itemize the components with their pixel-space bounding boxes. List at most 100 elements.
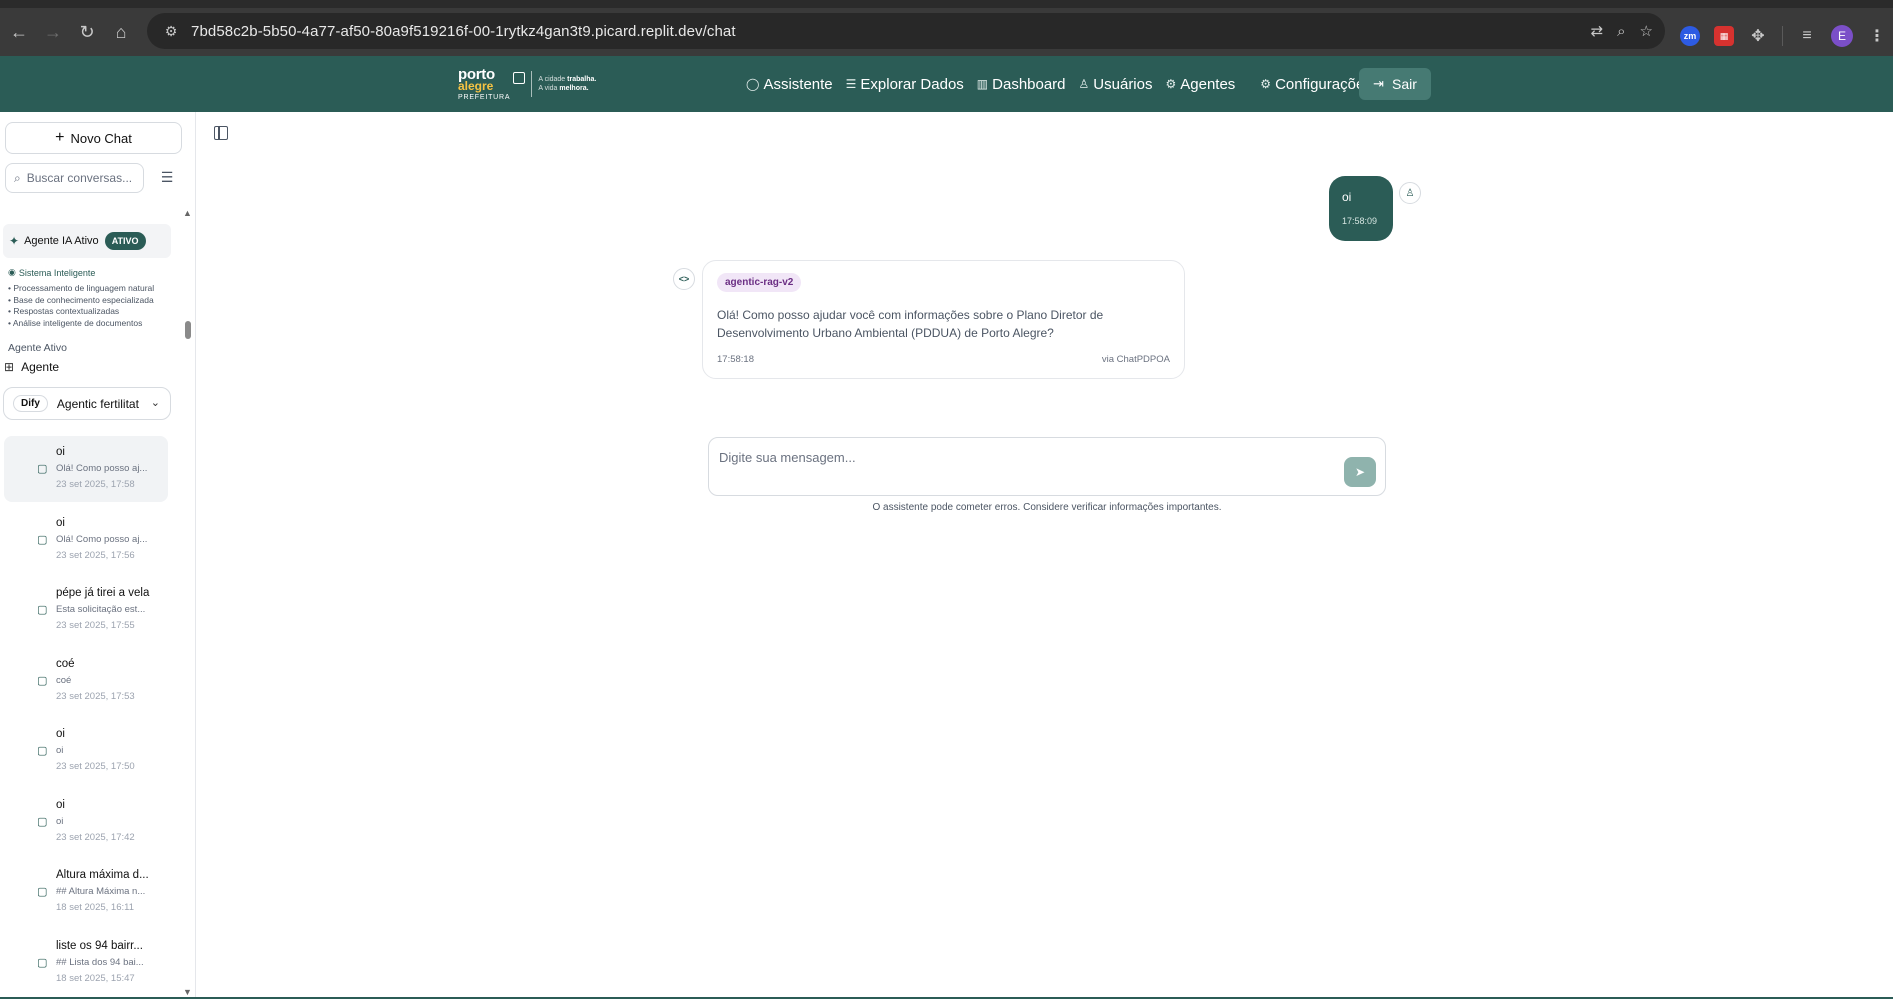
plus-icon: +: [55, 129, 65, 146]
back-icon[interactable]: ←: [4, 17, 34, 47]
system-title: ◉ Sistema Inteligente: [8, 267, 95, 278]
agent-active-row[interactable]: ✦ Agente IA Ativo ATIVO: [3, 224, 171, 258]
message-icon: ▢: [37, 956, 48, 969]
user-message-text: oi: [1342, 190, 1352, 204]
conversation-item[interactable]: ▢ oi Olá! Como posso aj... 23 set 2025, …: [4, 507, 168, 573]
translate-icon[interactable]: ⇄: [1591, 22, 1604, 40]
assistant-message-time: 17:58:18: [717, 354, 754, 365]
conversation-date: 23 set 2025, 17:55: [56, 620, 135, 631]
conversation-item[interactable]: ▢ oi oi 23 set 2025, 17:42: [4, 789, 168, 855]
conversation-date: 23 set 2025, 17:50: [56, 761, 135, 772]
user-message-time: 17:58:09: [1342, 216, 1378, 226]
conversation-title: oi: [56, 516, 65, 529]
system-title-text: Sistema Inteligente: [18, 267, 96, 278]
conversation-item[interactable]: ▢ oi Olá! Como posso aj... 23 set 2025, …: [4, 436, 168, 502]
agent-row: ⊞ Agente: [4, 360, 59, 374]
app-header: porto alegre PREFEITURA A cidade trabalh…: [0, 56, 1893, 112]
conversation-title: pépe já tirei a vela: [56, 587, 150, 599]
message-composer[interactable]: Digite sua mensagem... ➤: [708, 437, 1386, 496]
composer-placeholder[interactable]: Digite sua mensagem...: [719, 450, 856, 465]
home-icon[interactable]: ⌂: [106, 17, 136, 47]
search-conversations-input[interactable]: ⌕ Buscar conversas...: [5, 163, 144, 193]
feature-item: • Processamento de linguagem natural: [8, 283, 155, 293]
brain-icon: ◉: [8, 267, 16, 277]
scroll-up-icon[interactable]: ▲: [183, 208, 192, 218]
forward-icon[interactable]: →: [38, 17, 68, 47]
scroll-down-icon[interactable]: ▼: [183, 987, 192, 997]
browser-toolbar: ← → ↻ ⌂ ⚙ 7bd58c2b-5b50-4a77-af50-80a9f5…: [0, 8, 1893, 56]
status-badge: ATIVO: [104, 232, 146, 250]
conversation-item[interactable]: ▢ Altura máxima d... ## Altura Máxima n.…: [4, 859, 168, 925]
bar-chart-icon: ▥: [976, 77, 989, 91]
nav-explorar-dados[interactable]: ☰ Explorar Dados: [846, 69, 964, 99]
conversation-title: oi: [56, 728, 65, 740]
assistant-message-source: via ChatPDPOA: [1101, 354, 1170, 365]
robot-icon: ⊞: [4, 360, 15, 374]
nav-label: Usuários: [1093, 75, 1153, 93]
nav-label: Assistente: [763, 75, 833, 93]
agent-select-value: Agentic fertilitat: [56, 396, 139, 411]
conversation-date: 23 set 2025, 17:53: [56, 690, 135, 702]
conversation-title: oi: [56, 446, 65, 458]
conversation-item[interactable]: ▢ liste os 94 bairr... ## Lista dos 94 b…: [4, 930, 168, 996]
nav-dashboard[interactable]: ▥ Dashboard: [977, 69, 1066, 99]
bookmark-star-icon[interactable]: ☆: [1640, 22, 1653, 40]
reading-list-icon[interactable]: ≡: [1797, 26, 1817, 46]
browser-tabstrip: [0, 0, 1893, 8]
sidebar-scrollbar[interactable]: ▲ ▼: [183, 208, 195, 999]
address-bar[interactable]: ⚙ 7bd58c2b-5b50-4a77-af50-80a9f519216f-0…: [147, 13, 1665, 49]
more-menu-icon[interactable]: ⋮: [1867, 26, 1887, 46]
slogan-d: melhora.: [559, 85, 589, 92]
send-button[interactable]: ➤: [1344, 457, 1376, 487]
browser-chrome: ← → ↻ ⌂ ⚙ 7bd58c2b-5b50-4a77-af50-80a9f5…: [0, 0, 1893, 56]
crest-icon: [513, 72, 526, 84]
conversation-preview: Olá! Como posso aj...: [56, 463, 148, 474]
filter-icon[interactable]: ☰: [159, 169, 175, 185]
conversation-date: 18 set 2025, 15:47: [56, 972, 135, 984]
site-info-icon[interactable]: ⚙: [157, 23, 185, 40]
logo-divider: [531, 71, 533, 97]
agent-select[interactable]: Dify Agentic fertilitat ⌄: [3, 387, 171, 420]
red-extension-icon[interactable]: ▦: [1714, 26, 1734, 46]
nav-configuracoes[interactable]: ⚙ Configurações: [1260, 69, 1372, 99]
conversation-item[interactable]: ▢ coé coé 23 set 2025, 17:53: [4, 648, 168, 714]
conversation-preview: oi: [56, 745, 64, 756]
slogan-a: A cidade: [538, 76, 566, 83]
toggle-sidebar-icon[interactable]: [214, 126, 228, 140]
extensions-puzzle-icon[interactable]: ✥: [1748, 26, 1768, 46]
logout-button[interactable]: ⇥ Sair: [1359, 68, 1431, 100]
top-navigation: ◯ Assistente ☰ Explorar Dados ▥ Dashboar…: [746, 69, 1385, 99]
slogan-b: trabalha.: [567, 76, 597, 83]
nav-label: Dashboard: [992, 75, 1066, 93]
agent-tag: agentic-rag-v2: [717, 273, 802, 292]
agent-label: Agente: [21, 360, 60, 374]
new-chat-button[interactable]: + Novo Chat: [5, 122, 182, 154]
zoom-icon[interactable]: ⌕: [1617, 23, 1625, 40]
nav-label: Explorar Dados: [860, 75, 964, 93]
user-avatar-icon: ♙: [1399, 182, 1421, 204]
nav-usuarios[interactable]: ♙ Usuários: [1079, 69, 1153, 99]
gear-icon: ⚙: [1165, 77, 1177, 91]
conversation-item[interactable]: ▢ pépe já tirei a vela Esta solicitação …: [4, 577, 168, 643]
feature-item: • Respostas contextualizadas: [8, 306, 120, 316]
slogan-c: A vida: [538, 85, 558, 92]
provider-pill: Dify: [13, 395, 48, 412]
settings-icon: ⚙: [1260, 77, 1272, 91]
message-icon: ▢: [37, 815, 48, 828]
nav-assistente[interactable]: ◯ Assistente: [746, 69, 833, 99]
conversation-date: 23 set 2025, 17:56: [56, 549, 135, 561]
logo-wordmark: porto alegre PREFEITURA: [458, 67, 510, 101]
message-icon: ▢: [37, 604, 48, 616]
reload-icon[interactable]: ↻: [72, 17, 102, 47]
porto-alegre-logo[interactable]: porto alegre PREFEITURA A cidade trabalh…: [458, 67, 597, 101]
feature-item: • Análise inteligente de documentos: [8, 317, 143, 328]
scroll-thumb[interactable]: [185, 321, 191, 339]
search-placeholder: Buscar conversas...: [26, 171, 133, 185]
zoom-extension-icon[interactable]: zm: [1680, 26, 1700, 46]
nav-agentes[interactable]: ⚙ Agentes: [1165, 69, 1235, 99]
logo-line-alegre: alegre: [458, 79, 494, 93]
conversation-item[interactable]: ▢ oi oi 23 set 2025, 17:50: [4, 718, 168, 784]
logout-label: Sair: [1392, 76, 1417, 92]
url-text[interactable]: 7bd58c2b-5b50-4a77-af50-80a9f519216f-00-…: [191, 23, 736, 40]
profile-avatar[interactable]: E: [1831, 25, 1853, 47]
